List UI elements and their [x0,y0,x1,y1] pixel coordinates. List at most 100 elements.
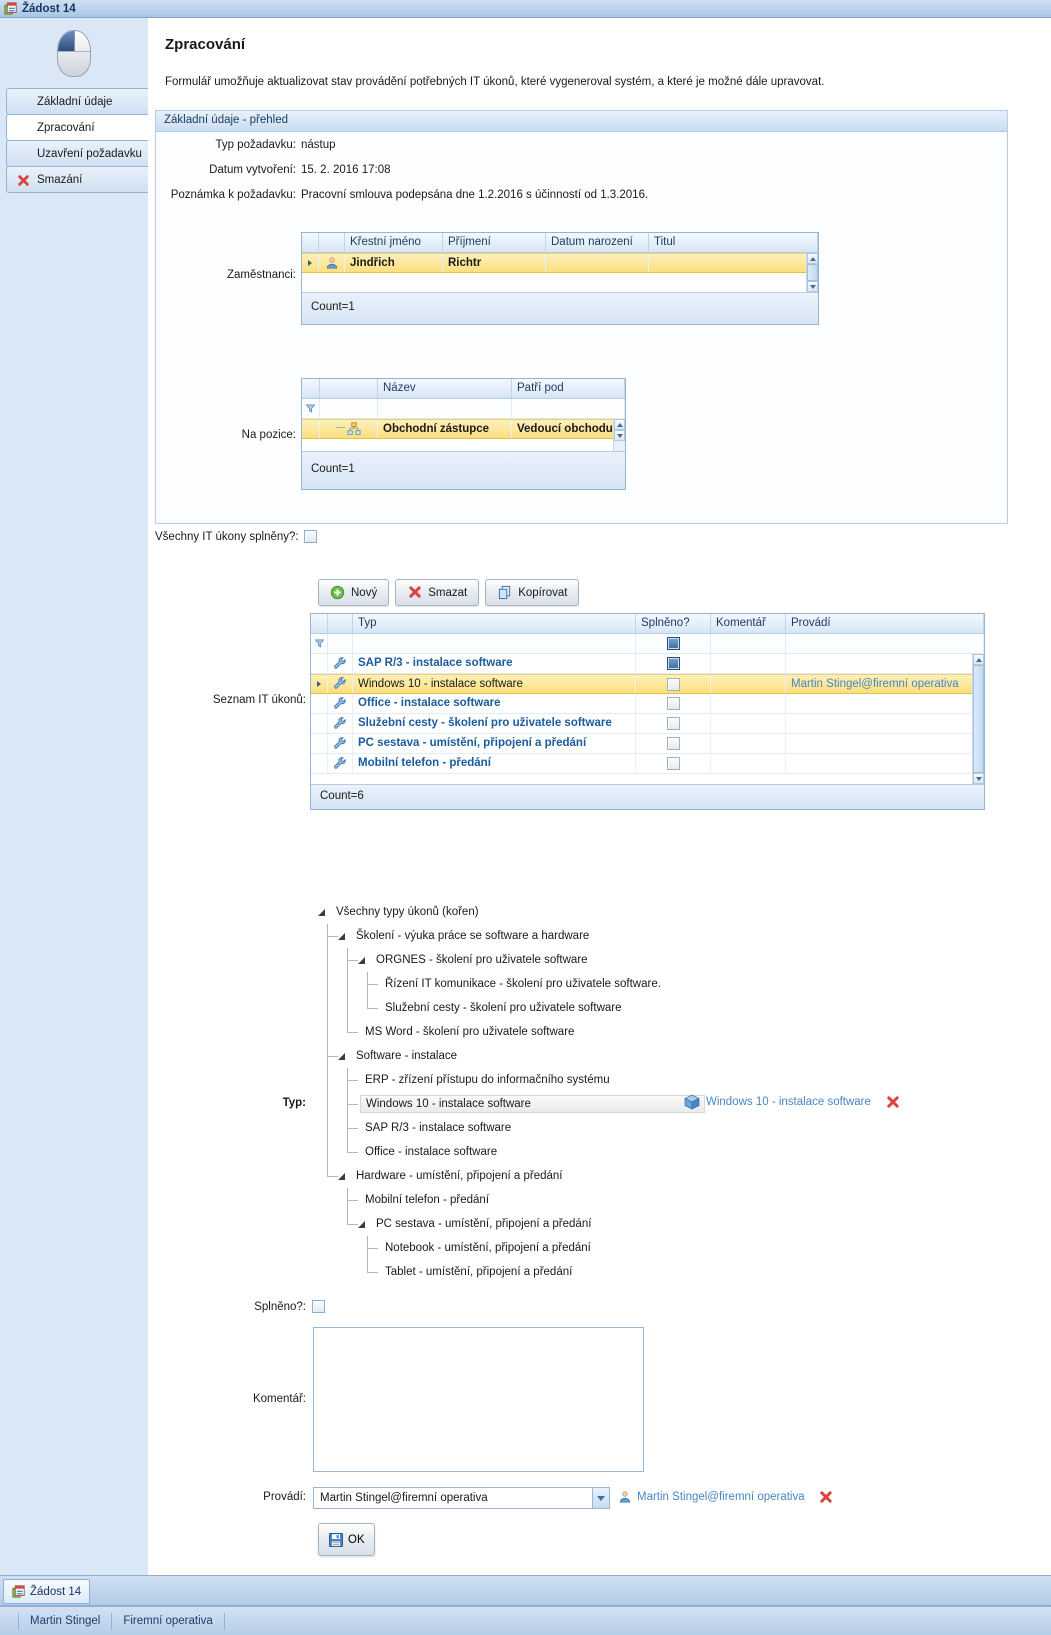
tasks-scrollbar[interactable] [972,654,984,784]
tree-node[interactable]: ORGNES - školení pro uživatele software [318,948,705,972]
task-row[interactable]: SAP R/3 - instalace software [311,654,984,674]
task-type-cell[interactable]: Mobilní telefon - předání [353,754,636,773]
task-done-checkbox[interactable] [667,717,680,730]
tree-expander-icon[interactable] [338,1173,345,1180]
task-done-checkbox[interactable] [667,697,680,710]
all-tasks-done-checkbox[interactable] [304,530,317,543]
tree-node-label[interactable]: Tablet - umístění, připojení a předání [380,1264,577,1280]
tree-node[interactable]: Notebook - umístění, připojení a předání [318,1236,705,1260]
taskbar-tab[interactable]: Žádost 14 [3,1579,90,1604]
tree-node-label[interactable]: ERP - zřízení přístupu do informačního s… [360,1072,615,1088]
positions-scrollbar[interactable] [613,419,625,451]
tree-node[interactable]: MS Word - školení pro uživatele software [318,1020,705,1044]
tree-expander-icon[interactable] [358,1221,365,1228]
filter-cell[interactable] [711,634,786,653]
tree-node-label[interactable]: Služební cesty - školení pro uživatele s… [380,1000,627,1016]
tree-node[interactable]: Tablet - umístění, připojení a předání [318,1260,705,1284]
tree-node[interactable]: Řízení IT komunikace - školení pro uživa… [318,972,705,996]
employees-col-birth-date[interactable]: Datum narození [546,233,649,252]
tree-node[interactable]: SAP R/3 - instalace software [318,1116,705,1140]
task-row[interactable]: Služební cesty - školení pro uživatele s… [311,714,984,734]
tree-node-label[interactable]: PC sestava - umístění, připojení a předá… [371,1216,596,1232]
comment-textarea[interactable] [313,1327,644,1472]
scroll-up-icon[interactable] [973,654,984,665]
tree-node[interactable]: Školení - výuka práce se software a hard… [318,924,705,948]
tree-node[interactable]: Office - instalace software [318,1140,705,1164]
employees-col-last-name[interactable]: Příjmení [443,233,546,252]
tree-node-label[interactable]: Všechny typy úkonů (kořen) [331,904,484,920]
sidebar-item-smazani[interactable]: Smazání [6,166,148,193]
tasks-col-comment[interactable]: Komentář [711,614,786,633]
sidebar-item-uzavreni-pozadavku[interactable]: Uzavření požadavku [6,140,148,167]
tree-node-label[interactable]: Software - instalace [351,1048,462,1064]
task-row[interactable]: Office - instalace software [311,694,984,714]
delete-button[interactable]: Smazat [395,579,479,606]
done-checkbox[interactable] [312,1300,325,1313]
scroll-up-icon[interactable] [807,253,818,264]
task-type-cell[interactable]: Windows 10 - instalace software [353,675,636,693]
chevron-down-icon[interactable] [592,1488,609,1508]
filter-funnel-icon[interactable] [311,634,328,653]
tree-node[interactable]: Všechny typy úkonů (kořen) [318,900,705,924]
task-type-cell[interactable]: Služební cesty - školení pro uživatele s… [353,714,636,733]
tree-node-label[interactable]: Notebook - umístění, připojení a předání [380,1240,596,1256]
task-done-checkbox[interactable] [667,757,680,770]
tree-expander-icon[interactable] [318,909,325,916]
tree-node[interactable]: Mobilní telefon - předání [318,1188,705,1212]
employees-scrollbar[interactable] [806,253,818,292]
tree-node-label[interactable]: MS Word - školení pro uživatele software [360,1024,579,1040]
tree-expander-icon[interactable] [338,933,345,940]
copy-button[interactable]: Kopírovat [485,579,579,606]
filter-funnel-icon[interactable] [302,399,320,418]
task-type-cell[interactable]: PC sestava - umístění, připojení a předá… [353,734,636,753]
tree-node[interactable]: Software - instalace [318,1044,705,1068]
tree-node-label[interactable]: SAP R/3 - instalace software [360,1120,516,1136]
sidebar-item-zakladni-udaje[interactable]: Základní údaje [6,88,148,115]
filter-cell[interactable] [378,399,512,418]
positions-col-parent[interactable]: Patří pod [512,379,625,398]
executor-combobox[interactable] [313,1487,610,1509]
tree-node-label[interactable]: ORGNES - školení pro uživatele software [371,952,593,968]
remove-executor-icon[interactable] [819,1490,832,1503]
tree-node-label[interactable]: Řízení IT komunikace - školení pro uživa… [380,976,666,992]
tasks-filter-row[interactable] [311,634,984,654]
tree-node[interactable]: PC sestava - umístění, připojení a předá… [318,1212,705,1236]
sidebar-item-zpracovani[interactable]: Zpracování [6,114,148,141]
tree-node[interactable]: Hardware - umístění, připojení a předání [318,1164,705,1188]
employees-col-first-name[interactable]: Křestní jméno [345,233,443,252]
task-done-checkbox[interactable] [667,657,680,670]
tree-node[interactable]: ERP - zřízení přístupu do informačního s… [318,1068,705,1092]
scroll-down-icon[interactable] [973,773,984,784]
employee-row[interactable]: Jindřich Richtr [302,253,818,273]
scroll-down-icon[interactable] [807,281,818,292]
scrollbar-thumb[interactable] [807,264,818,281]
tasks-col-done[interactable]: Splněno? [636,614,711,633]
task-row[interactable]: Mobilní telefon - předání [311,754,984,774]
tasks-col-executor[interactable]: Provádí [786,614,984,633]
scrollbar-thumb[interactable] [973,665,984,773]
positions-col-name[interactable]: Název [378,379,512,398]
tree-node-label[interactable]: Windows 10 - instalace software [360,1095,705,1113]
filter-cell[interactable] [786,634,984,653]
filter-done-checkbox[interactable] [636,634,711,653]
ok-button[interactable]: OK [318,1523,375,1556]
positions-filter-row[interactable] [302,399,625,419]
remove-type-icon[interactable] [886,1095,899,1108]
task-type-cell[interactable]: SAP R/3 - instalace software [353,654,636,673]
tree-node-label[interactable]: Školení - výuka práce se software a hard… [351,928,594,944]
position-row[interactable]: Obchodní zástupce Vedoucí obchodu [302,419,625,439]
tree-node[interactable]: Windows 10 - instalace software [318,1092,705,1116]
tree-node-label[interactable]: Hardware - umístění, připojení a předání [351,1168,567,1184]
tree-expander-icon[interactable] [338,1053,345,1060]
employees-col-title[interactable]: Titul [649,233,818,252]
filter-cell[interactable] [320,399,378,418]
tree-node-label[interactable]: Mobilní telefon - předání [360,1192,494,1208]
task-row[interactable]: PC sestava - umístění, připojení a předá… [311,734,984,754]
task-type-cell[interactable]: Office - instalace software [353,694,636,713]
new-button[interactable]: Nový [318,579,389,606]
filter-cell[interactable] [328,634,353,653]
selected-type-link[interactable]: Windows 10 - instalace software [706,1096,871,1108]
tasks-col-type[interactable]: Typ [353,614,636,633]
task-row[interactable]: Windows 10 - instalace softwareMartin St… [311,674,984,694]
filter-cell[interactable] [512,399,625,418]
